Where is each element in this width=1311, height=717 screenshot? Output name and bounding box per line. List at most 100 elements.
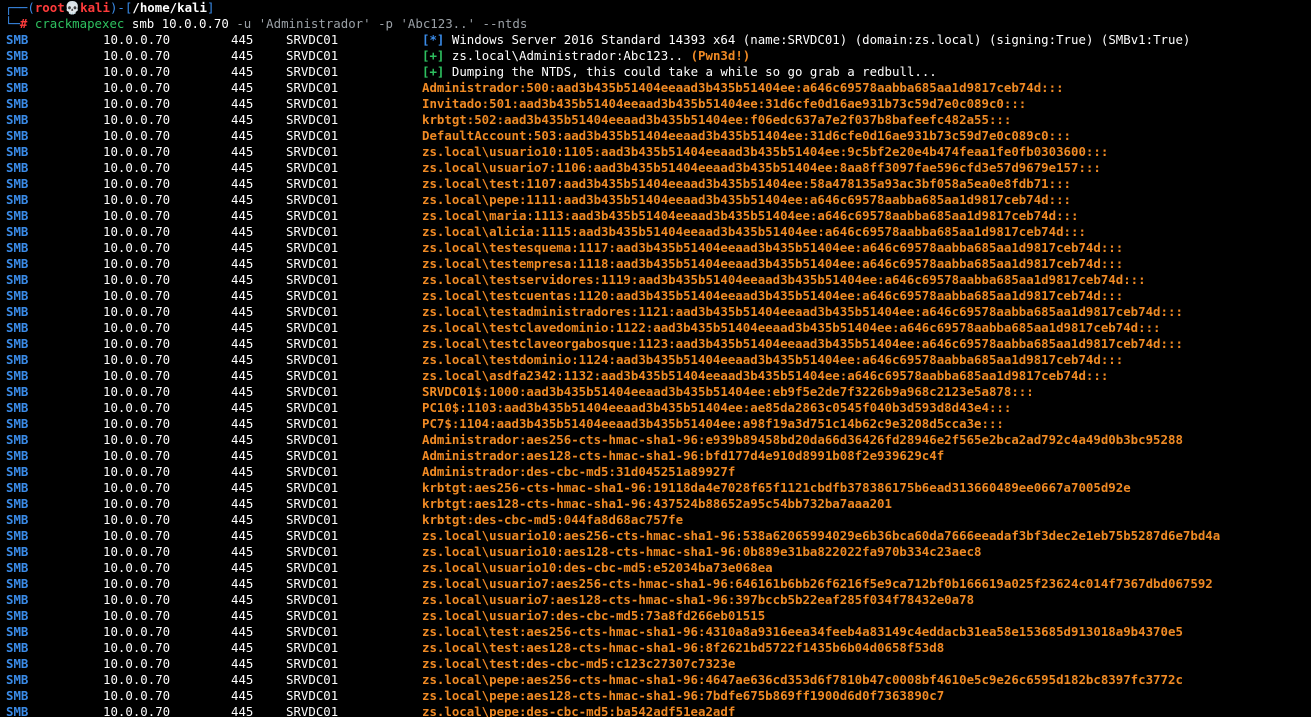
output-row: SMB 10.0.0.70 445 SRVDC01 zs.local\usuario7:… [0,608,1311,624]
hostname-cell: SRVDC01 [286,496,339,511]
hash-text: DefaultAccount:503:aad3b435b51404eeaad3b… [422,128,1072,143]
hash-text: zs.local\usuario10:aes256-cts-hmac-sha1-… [422,528,1221,543]
ip-cell: 10.0.0.70 [103,176,171,191]
port-cell: 445 [231,96,254,111]
message-cell: Invitado:501:aad3b435b51404eeaad3b435b51… [422,96,1026,112]
message-cell: DefaultAccount:503:aad3b435b51404eeaad3b… [422,128,1071,144]
terminal-window[interactable]: ┌──(root💀kali)-[/home/kali] └─# crackmap… [0,0,1311,717]
port-cell: 445 [231,416,254,431]
ip-cell: 10.0.0.70 [103,624,171,639]
hash-text: PC10$:1103:aad3b435b51404eeaad3b435b5140… [422,400,1012,415]
message-cell: zs.local\testadministradores:1121:aad3b4… [422,304,1183,320]
port-cell: 445 [231,320,254,335]
hash-text: Administrador:aes128-cts-hmac-sha1-96:bf… [422,448,945,463]
protocol-cell: SMB [6,256,29,271]
output-row: SMB 10.0.0.70 445 SRVDC01 SRVDC01$:1000:aad3… [0,384,1311,400]
hash-text: PC7$:1104:aad3b435b51404eeaad3b435b51404… [422,416,1004,431]
port-cell: 445 [231,192,254,207]
hash-text: zs.local\pepe:aes256-cts-hmac-sha1-96:46… [422,672,1183,687]
message-cell: zs.local\testcuentas:1120:aad3b435b51404… [422,288,1123,304]
hash-text: Administrador:aes256-cts-hmac-sha1-96:e9… [422,432,1183,447]
output-row: SMB 10.0.0.70 445 SRVDC01 zs.local\usuario10… [0,144,1311,160]
port-cell: 445 [231,256,254,271]
hash-text: zs.local\test:des-cbc-md5:c123c27307c732… [422,656,736,671]
ip-cell: 10.0.0.70 [103,288,171,303]
hash-text: krbtgt:aes128-cts-hmac-sha1-96:437524b88… [422,496,892,511]
command-line[interactable]: └─# crackmapexec smb 10.0.0.70 -u 'Admin… [0,16,1311,32]
hostname-cell: SRVDC01 [286,192,339,207]
command-output: SMB 10.0.0.70 445 SRVDC01 [*] Windows Server… [0,32,1311,717]
protocol-cell: SMB [6,656,29,671]
hostname-cell: SRVDC01 [286,288,339,303]
flag-user: -u [236,16,252,31]
prompt-corner-bottom: └─ [5,16,20,31]
output-row: SMB 10.0.0.70 445 SRVDC01 zs.local\test:aes1… [0,640,1311,656]
skull-icon: 💀 [64,0,81,15]
port-cell: 445 [231,704,254,717]
prompt-user: root [34,0,65,15]
hostname-cell: SRVDC01 [286,400,339,415]
hostname-cell: SRVDC01 [286,256,339,271]
protocol-cell: SMB [6,192,29,207]
message-cell: zs.local\usuario7:aes128-cts-hmac-sha1-9… [422,592,974,608]
password-value: 'Abc123..' [400,16,476,31]
output-row: SMB 10.0.0.70 445 SRVDC01 zs.local\testadmin… [0,304,1311,320]
message-cell: zs.local\testempresa:1118:aad3b435b51404… [422,256,1123,272]
message-cell: zs.local\pepe:aes128-cts-hmac-sha1-96:7b… [422,688,944,704]
output-row: SMB 10.0.0.70 445 SRVDC01 zs.local\maria:111… [0,208,1311,224]
prompt-mid: )-[ [109,0,133,15]
protocol-cell: SMB [6,224,29,239]
output-row: SMB 10.0.0.70 445 SRVDC01 zs.local\pepe:aes1… [0,688,1311,704]
ip-cell: 10.0.0.70 [103,640,171,655]
hash-text: zs.local\pepe:aes128-cts-hmac-sha1-96:7b… [422,688,945,703]
ip-cell: 10.0.0.70 [103,160,171,175]
protocol-cell: SMB [6,320,29,335]
ip-cell: 10.0.0.70 [103,112,171,127]
output-row: SMB 10.0.0.70 445 SRVDC01 PC10$:1103:aad3b43… [0,400,1311,416]
ip-cell: 10.0.0.70 [103,704,171,717]
protocol-cell: SMB [6,544,29,559]
output-row: SMB 10.0.0.70 445 SRVDC01 PC7$:1104:aad3b435… [0,416,1311,432]
hash-text: zs.local\testclaveorgabosque:1123:aad3b4… [422,336,1183,351]
output-row: SMB 10.0.0.70 445 SRVDC01 zs.local\testdomin… [0,352,1311,368]
ip-cell: 10.0.0.70 [103,224,171,239]
message-cell: Administrador:500:aad3b435b51404eeaad3b4… [422,80,1064,96]
message-cell: krbtgt:aes256-cts-hmac-sha1-96:19118da4e… [422,480,1131,496]
pwned-badge: (Pwn3d!) [690,48,751,63]
hostname-cell: SRVDC01 [286,672,339,687]
port-cell: 445 [231,304,254,319]
output-row: SMB 10.0.0.70 445 SRVDC01 zs.local\usuario7:… [0,576,1311,592]
port-cell: 445 [231,80,254,95]
output-row: SMB 10.0.0.70 445 SRVDC01 [*] Windows Server… [0,32,1311,48]
output-row: SMB 10.0.0.70 445 SRVDC01 zs.local\usuario7:… [0,592,1311,608]
message-cell: zs.local\test:des-cbc-md5:c123c27307c732… [422,656,735,672]
ip-cell: 10.0.0.70 [103,608,171,623]
message-text: Windows Server 2016 Standard 14393 x64 (… [451,32,1191,47]
hostname-cell: SRVDC01 [286,416,339,431]
message-cell: zs.local\testclaveorgabosque:1123:aad3b4… [422,336,1183,352]
protocol-cell: SMB [6,576,29,591]
hostname-cell: SRVDC01 [286,304,339,319]
status-tag: [*] [422,32,445,47]
message-cell: zs.local\testesquema:1117:aad3b435b51404… [422,240,1123,256]
port-cell: 445 [231,608,254,623]
ip-cell: 10.0.0.70 [103,464,171,479]
port-cell: 445 [231,512,254,527]
hostname-cell: SRVDC01 [286,224,339,239]
protocol-cell: SMB [6,560,29,575]
hash-text: zs.local\usuario7:1106:aad3b435b51404eea… [422,160,1101,175]
message-cell: zs.local\alicia:1115:aad3b435b51404eeaad… [422,224,1086,240]
hostname-cell: SRVDC01 [286,80,339,95]
prompt-host: kali [80,0,110,15]
ip-cell: 10.0.0.70 [103,32,171,47]
protocol-cell: SMB [6,432,29,447]
message-cell: zs.local\test:aes128-cts-hmac-sha1-96:8f… [422,640,944,656]
status-tag: [+] [422,64,445,79]
message-cell: zs.local\testservidores:1119:aad3b435b51… [422,272,1146,288]
ip-cell: 10.0.0.70 [103,400,171,415]
message-cell: [*] Windows Server 2016 Standard 14393 x… [422,32,1190,48]
output-row: SMB 10.0.0.70 445 SRVDC01 Invitado:501:aad3b… [0,96,1311,112]
port-cell: 445 [231,112,254,127]
hash-text: zs.local\usuario10:aes128-cts-hmac-sha1-… [422,544,982,559]
hostname-cell: SRVDC01 [286,240,339,255]
